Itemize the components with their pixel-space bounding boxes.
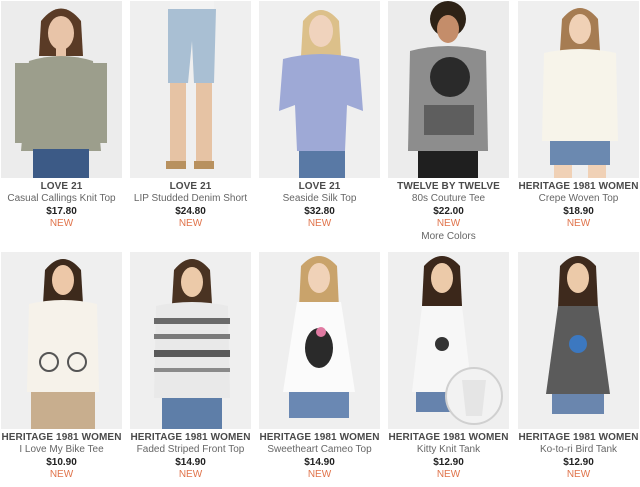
product-brand: LOVE 21	[169, 181, 212, 192]
product-card[interactable]: HERITAGE 1981 WOMEN Crepe Woven Top $18.…	[518, 1, 639, 230]
product-image[interactable]	[388, 252, 509, 429]
product-price: $32.80	[304, 206, 335, 217]
product-brand: HERITAGE 1981 WOMEN	[518, 181, 639, 192]
product-price: $22.00	[433, 206, 464, 217]
product-image[interactable]	[388, 1, 509, 178]
product-brand: HERITAGE 1981 WOMEN	[130, 432, 251, 443]
new-badge: NEW	[307, 218, 332, 229]
new-badge: NEW	[49, 469, 74, 480]
product-name[interactable]: Casual Callings Knit Top	[1, 193, 122, 205]
new-badge: NEW	[49, 218, 74, 229]
product-card[interactable]: LOVE 21 Casual Callings Knit Top $17.80 …	[1, 1, 122, 230]
product-brand: HERITAGE 1981 WOMEN	[518, 432, 639, 443]
new-badge: NEW	[436, 218, 461, 229]
product-brand: HERITAGE 1981 WOMEN	[259, 432, 380, 443]
product-card[interactable]: LOVE 21 LIP Studded Denim Short $24.80 N…	[130, 1, 251, 230]
product-price: $14.90	[304, 457, 335, 468]
new-badge: NEW	[436, 469, 461, 480]
product-price: $14.90	[175, 457, 206, 468]
product-price: $18.90	[563, 206, 594, 217]
product-price: $17.80	[46, 206, 77, 217]
product-image[interactable]	[1, 1, 122, 178]
product-name[interactable]: Crepe Woven Top	[518, 193, 639, 205]
product-image[interactable]	[518, 1, 639, 178]
new-badge: NEW	[566, 218, 591, 229]
product-card[interactable]: HERITAGE 1981 WOMEN Ko-to-ri Bird Tank $…	[518, 252, 639, 481]
product-image[interactable]	[130, 1, 251, 178]
new-badge: NEW	[566, 469, 591, 480]
new-badge: NEW	[178, 218, 203, 229]
product-name[interactable]: Ko-to-ri Bird Tank	[518, 444, 639, 456]
product-card[interactable]: HERITAGE 1981 WOMEN Sweetheart Cameo Top…	[259, 252, 380, 481]
product-card[interactable]: HERITAGE 1981 WOMEN Kitty Knit Tank $12.…	[388, 252, 509, 481]
product-brand: TWELVE BY TWELVE	[397, 181, 500, 192]
product-name[interactable]: Sweetheart Cameo Top	[259, 444, 380, 456]
product-image[interactable]	[130, 252, 251, 429]
product-brand: HERITAGE 1981 WOMEN	[1, 432, 122, 443]
product-card[interactable]: TWELVE BY TWELVE 80s Couture Tee $22.00 …	[388, 1, 509, 243]
product-price: $12.90	[563, 457, 594, 468]
product-price: $10.90	[46, 457, 77, 468]
new-badge: NEW	[307, 469, 332, 480]
product-price: $12.90	[433, 457, 464, 468]
product-card[interactable]: HERITAGE 1981 WOMEN Faded Striped Front …	[130, 252, 251, 481]
product-name[interactable]: I Love My Bike Tee	[1, 444, 122, 456]
product-name[interactable]: Seaside Silk Top	[259, 193, 380, 205]
product-image[interactable]	[259, 252, 380, 429]
product-card[interactable]: HERITAGE 1981 WOMEN I Love My Bike Tee $…	[1, 252, 122, 481]
product-name[interactable]: 80s Couture Tee	[388, 193, 509, 205]
more-colors-link[interactable]: More Colors	[388, 230, 509, 243]
product-image[interactable]	[259, 1, 380, 178]
product-brand: HERITAGE 1981 WOMEN	[388, 432, 509, 443]
product-name[interactable]: Kitty Knit Tank	[388, 444, 509, 456]
product-name[interactable]: Faded Striped Front Top	[130, 444, 251, 456]
product-name[interactable]: LIP Studded Denim Short	[130, 193, 251, 205]
product-brand: LOVE 21	[40, 181, 83, 192]
product-image[interactable]	[518, 252, 639, 429]
product-card[interactable]: LOVE 21 Seaside Silk Top $32.80 NEW	[259, 1, 380, 230]
new-badge: NEW	[178, 469, 203, 480]
product-image[interactable]	[1, 252, 122, 429]
product-brand: LOVE 21	[298, 181, 341, 192]
product-price: $24.80	[175, 206, 206, 217]
